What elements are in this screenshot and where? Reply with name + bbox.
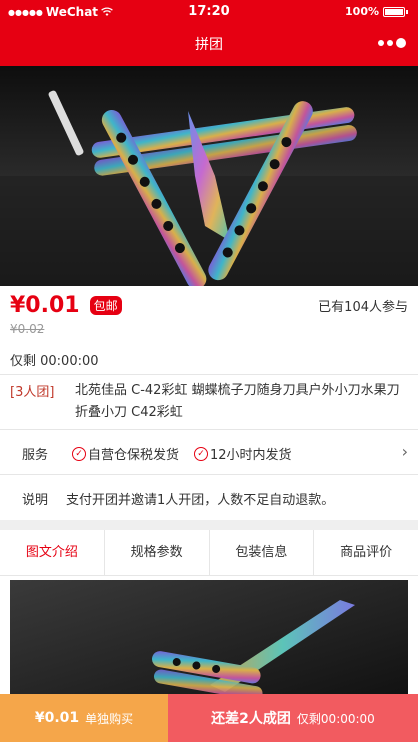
detail-content [0,576,418,700]
battery-percent: 100% [345,5,379,18]
tab-packaging[interactable]: 包装信息 [210,530,315,575]
product-title: 北苑佳品 C-42彩虹 蝴蝶梳子刀随身刀具户外小刀水果刀折叠小刀 C42彩虹 [75,383,400,420]
group-timer: 仅剩00:00:00 [296,711,375,726]
free-shipping-badge: 包邮 [89,295,122,315]
divider [0,374,418,375]
battery-icon [383,6,405,17]
service-item: ✓ 自营仓保税发货 [72,444,179,463]
product-image[interactable] [0,66,418,286]
service-item-label: 自营仓保税发货 [88,448,180,463]
status-right: 100% [345,5,408,18]
join-group-button[interactable]: 还差2人成团 仅剩00:00:00 [168,694,418,742]
original-price: ¥0.02 [10,322,45,336]
buy-alone-button[interactable]: ¥0.01 单独购买 [0,694,168,742]
product-info-card: ¥0.01 包邮 已有104人参与 ¥0.02 仅剩 00:00:00 [3人团… [0,286,418,520]
service-label: 服务 [22,448,49,463]
service-item-label: 12小时内发货 [210,448,292,463]
tab-reviews[interactable]: 商品评价 [314,530,418,575]
group-size-tag: [3人团] [10,385,55,400]
service-item: ✓ 12小时内发货 [194,444,292,463]
price-row: ¥0.01 包邮 [10,290,122,320]
check-circle-icon: ✓ [72,446,86,461]
tab-specs[interactable]: 规格参数 [105,530,210,575]
group-price: ¥0.01 [10,292,80,318]
solo-price: ¥0.01 [34,710,80,726]
detail-tabs: 图文介绍 规格参数 包装信息 商品评价 [0,530,418,576]
notice-text: 支付开团并邀请1人开团，人数不足自动退款。 [66,493,335,508]
battery-cap [406,9,408,14]
app-header: ●●●●● WeChat 17:20 100% 拼团 [0,0,418,66]
detail-image [10,580,408,700]
more-menu-icon[interactable] [378,38,406,48]
nav-bar: 拼团 [0,24,418,66]
solo-label: 单独购买 [85,711,134,726]
remaining-time: 仅剩 00:00:00 [10,354,99,369]
divider [0,429,418,430]
notice-label: 说明 [22,493,49,508]
chevron-right-icon[interactable]: › [402,442,408,461]
participant-count: 已有104人参与 [318,300,408,315]
knife-illustration [0,66,418,286]
tab-description[interactable]: 图文介绍 [0,530,105,575]
divider [0,474,418,475]
check-circle-icon: ✓ [194,446,208,461]
page-title: 拼团 [195,37,223,53]
status-bar: ●●●●● WeChat 17:20 100% [0,0,418,24]
bottom-action-bar: ¥0.01 单独购买 还差2人成团 仅剩00:00:00 [0,694,418,742]
group-needed-label: 还差2人成团 [211,711,291,727]
knife-detail-illustration [10,580,408,700]
